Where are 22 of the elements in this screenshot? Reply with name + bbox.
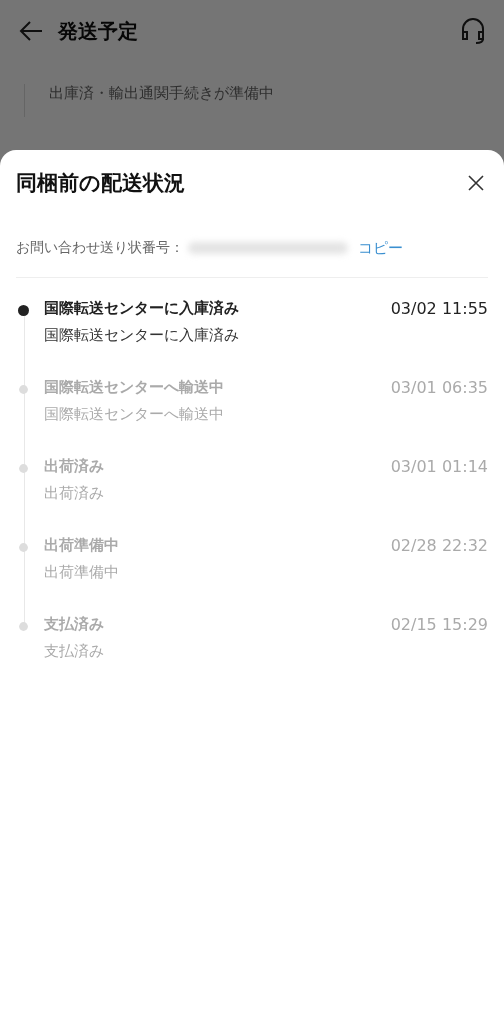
tracking-label: お問い合わせ送り状番号： xyxy=(16,239,184,257)
event-time: 03/01 01:14 xyxy=(390,457,488,476)
event-time: 02/28 22:32 xyxy=(390,536,488,555)
back-arrow-icon[interactable] xyxy=(18,20,44,42)
event-time: 02/15 15:29 xyxy=(390,615,488,634)
event-status: 支払済み xyxy=(44,615,104,634)
sheet-title: 同梱前の配送状況 xyxy=(16,170,185,197)
event-time: 03/01 06:35 xyxy=(390,378,488,397)
event-status: 出荷準備中 xyxy=(44,536,119,555)
headset-icon[interactable] xyxy=(460,17,486,45)
event-detail: 国際転送センターに入庫済み xyxy=(44,326,240,345)
event-status: 国際転送センターへ輸送中 xyxy=(44,378,224,397)
event-detail: 国際転送センターへ輸送中 xyxy=(44,405,225,424)
event-detail: 出荷済み xyxy=(44,484,105,503)
copy-link[interactable]: コピー xyxy=(358,238,403,258)
event-time: 03/02 11:55 xyxy=(390,299,488,318)
event-status: 国際転送センターに入庫済み xyxy=(44,299,239,318)
event-detail: 支払済み xyxy=(44,642,105,661)
status-detail: 出庫済・輸出通関手続きが準備中 xyxy=(49,84,275,103)
page-title: 発送予定 xyxy=(58,17,139,45)
event-detail: 出荷準備中 xyxy=(44,563,120,582)
event-status: 出荷済み xyxy=(44,457,104,476)
